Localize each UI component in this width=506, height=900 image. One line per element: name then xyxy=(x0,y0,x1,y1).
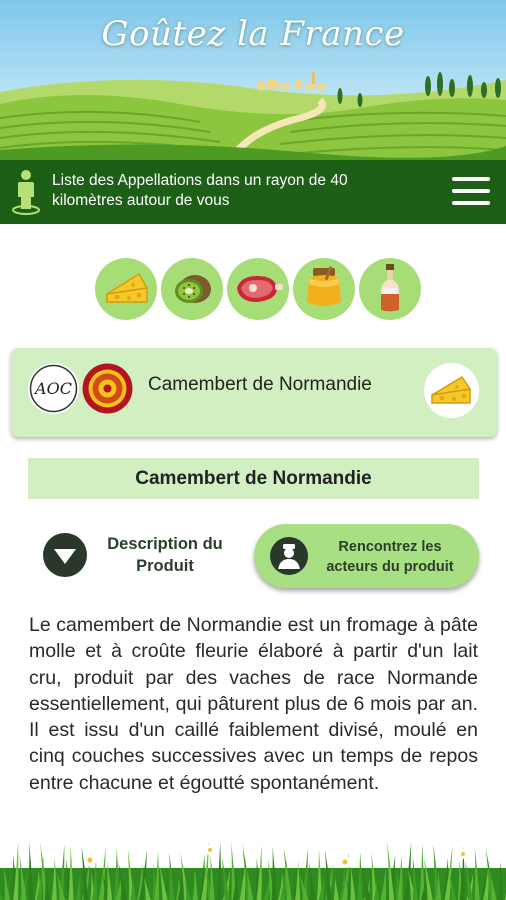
description-label: Description du Produit xyxy=(107,535,223,575)
person-location-icon xyxy=(12,170,40,215)
category-honey[interactable] xyxy=(293,258,355,320)
product-description: Le camembert de Normandie est un fromage… xyxy=(29,614,478,794)
app-title: Goûtez la France xyxy=(101,14,405,54)
bottle-icon xyxy=(381,264,399,312)
aop-logo xyxy=(82,363,133,414)
category-cheese[interactable] xyxy=(95,258,157,320)
svg-text:AOC: AOC xyxy=(33,379,72,398)
product-category-badge xyxy=(424,363,479,418)
product-card[interactable]: AOC Camembert de Normandie xyxy=(11,348,497,437)
meet-producers-label: Rencontrez les acteurs du produit xyxy=(326,539,454,575)
category-selector xyxy=(95,258,425,322)
description-toggle-button[interactable]: Description du Produit xyxy=(42,530,230,580)
hamburger-menu-icon[interactable] xyxy=(452,177,490,207)
cheese-icon xyxy=(106,272,148,303)
hero-banner: Goûtez la France xyxy=(0,0,506,160)
category-fruit[interactable] xyxy=(161,258,223,320)
location-subtitle: Liste des Appellations dans un rayon de … xyxy=(52,172,348,209)
meet-producers-button[interactable]: Rencontrez les acteurs du produit xyxy=(254,524,479,588)
location-bar: Liste des Appellations dans un rayon de … xyxy=(0,160,506,224)
aoc-logo: AOC xyxy=(28,363,79,414)
ham-icon xyxy=(237,276,283,302)
grass-decoration xyxy=(0,841,506,900)
category-drinks[interactable] xyxy=(359,258,421,320)
category-meat[interactable] xyxy=(227,258,289,320)
product-card-title: Camembert de Normandie xyxy=(148,374,372,395)
honey-pot-icon xyxy=(307,266,341,306)
cheese-icon xyxy=(431,375,471,404)
chevron-down-icon xyxy=(43,533,87,577)
person-avatar-icon xyxy=(270,537,308,575)
section-title: Camembert de Normandie xyxy=(28,458,479,499)
kiwi-icon xyxy=(175,275,211,303)
